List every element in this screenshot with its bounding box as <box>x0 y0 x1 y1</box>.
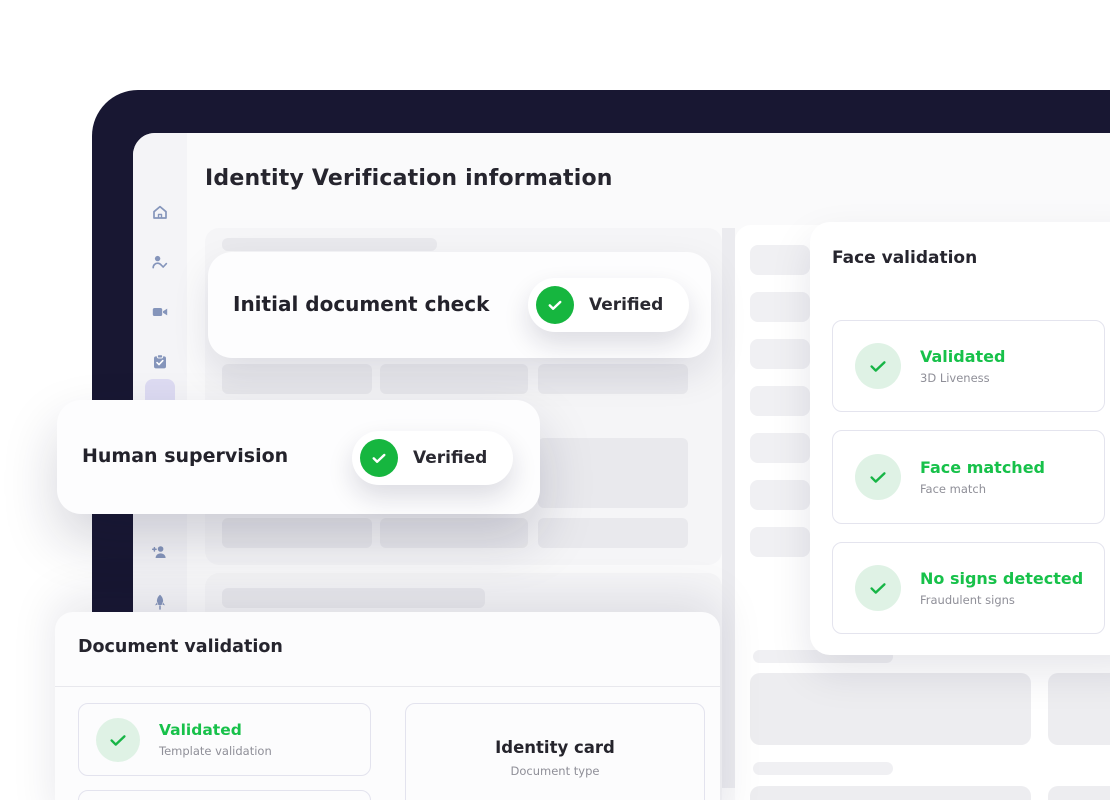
rocket-icon <box>151 593 169 611</box>
row-subtitle: Fraudulent signs <box>920 593 1083 607</box>
skeleton-block <box>380 364 528 394</box>
check-icon <box>867 466 889 488</box>
skeleton-bar <box>222 238 437 251</box>
skeleton-block <box>1048 786 1110 800</box>
check-circle-icon <box>855 454 901 500</box>
check-icon <box>867 355 889 377</box>
skeleton-block <box>750 786 1031 800</box>
skeleton-bar <box>222 588 485 608</box>
card-title: Initial document check <box>233 292 489 316</box>
document-type-value: Identity card <box>406 738 704 757</box>
skeleton-pill <box>750 292 810 322</box>
row-title: No signs detected <box>920 569 1083 588</box>
document-validation-row-partial <box>78 790 371 800</box>
page: Identity Verification information <box>0 0 1110 800</box>
skeleton-pill <box>750 245 810 275</box>
document-validation-title: Document validation <box>78 637 283 657</box>
face-validation-row-liveness: Validated 3D Liveness <box>832 320 1105 412</box>
check-icon <box>107 729 129 751</box>
initial-document-check-card: Initial document check Verified <box>208 252 711 358</box>
skeleton-block <box>380 518 528 548</box>
skeleton-block <box>750 673 1031 745</box>
skeleton-pill <box>750 339 810 369</box>
check-circle-icon <box>855 565 901 611</box>
sidebar-item-home[interactable] <box>151 203 169 221</box>
sidebar-item-users[interactable] <box>151 543 169 561</box>
check-icon <box>546 296 564 314</box>
sidebar-item-recordings[interactable] <box>151 303 169 321</box>
user-add-icon <box>151 543 169 561</box>
skeleton-pill <box>750 386 810 416</box>
row-title: Face matched <box>920 458 1045 477</box>
home-icon <box>151 203 169 221</box>
sidebar-item-checks[interactable] <box>151 353 169 371</box>
verified-badge: Verified <box>528 278 689 332</box>
check-circle-icon <box>536 286 574 324</box>
row-subtitle: Face match <box>920 482 1045 496</box>
face-validation-row-fraud: No signs detected Fraudulent signs <box>832 542 1105 634</box>
check-circle-icon <box>96 718 140 762</box>
check-circle-icon <box>855 343 901 389</box>
skeleton-pill <box>753 762 893 775</box>
video-icon <box>151 303 169 321</box>
row-title: Validated <box>159 721 272 739</box>
verified-badge: Verified <box>352 431 513 485</box>
skeleton-pill <box>750 480 810 510</box>
check-circle-icon <box>360 439 398 477</box>
face-validation-card: Face validation Validated 3D Liveness <box>810 222 1110 655</box>
skeleton-block <box>538 518 688 548</box>
sidebar-item-verification[interactable] <box>151 253 169 271</box>
document-validation-row-template: Validated Template validation <box>78 703 371 776</box>
clipboard-check-icon <box>151 353 169 371</box>
skeleton-pill <box>750 527 810 557</box>
document-validation-panel: Document validation Validated Template v… <box>55 612 720 800</box>
skeleton-block <box>222 364 372 394</box>
check-icon <box>867 577 889 599</box>
verified-label: Verified <box>413 448 487 468</box>
sidebar-item-launch[interactable] <box>151 593 169 611</box>
face-validation-row-face-match: Face matched Face match <box>832 430 1105 524</box>
row-title: Validated <box>920 347 1005 366</box>
skeleton-pill <box>750 433 810 463</box>
check-icon <box>370 449 388 467</box>
row-subtitle: 3D Liveness <box>920 371 1005 385</box>
document-type-label: Document type <box>406 764 704 778</box>
skeleton-block <box>538 438 688 508</box>
document-type-card: Identity card Document type <box>405 703 705 800</box>
skeleton-block <box>538 364 688 394</box>
row-subtitle: Template validation <box>159 744 272 758</box>
skeleton-block <box>1048 673 1110 745</box>
column-divider <box>722 228 735 788</box>
user-check-icon <box>151 253 169 271</box>
divider <box>55 686 720 687</box>
card-title: Human supervision <box>82 445 288 467</box>
human-supervision-card: Human supervision Verified <box>57 400 540 514</box>
skeleton-block <box>222 518 372 548</box>
face-validation-title: Face validation <box>832 248 977 268</box>
verified-label: Verified <box>589 295 663 315</box>
page-title: Identity Verification information <box>205 166 613 191</box>
